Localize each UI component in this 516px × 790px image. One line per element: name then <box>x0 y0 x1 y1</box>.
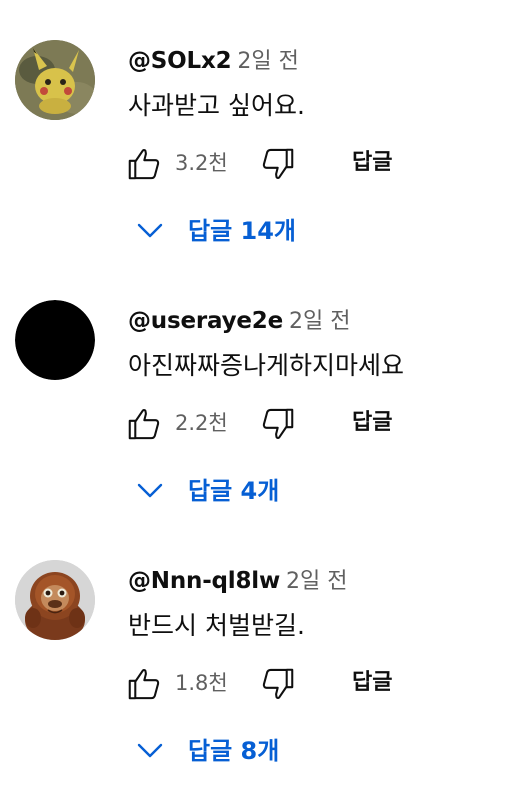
author-handle[interactable]: @useraye2e <box>128 308 283 334</box>
like-count: 3.2천 <box>175 151 228 175</box>
dislike-button[interactable] <box>254 401 302 447</box>
thumbs-down-icon <box>262 668 294 699</box>
view-replies-label: 답글 14개 <box>188 217 296 245</box>
comment-text: 아진짜짜증나게하지마세요 <box>128 351 405 380</box>
like-button[interactable] <box>120 661 168 707</box>
comment-text: 반드시 처벌받길. <box>128 611 305 640</box>
thumbs-down-icon <box>262 148 294 179</box>
avatar[interactable] <box>15 300 95 380</box>
orangutan-avatar-image <box>15 560 95 640</box>
comment-timestamp[interactable]: 2일 전 <box>286 569 347 594</box>
black-circle-avatar-image <box>15 300 95 380</box>
view-replies-label: 답글 4개 <box>188 477 280 505</box>
view-replies-button[interactable]: 답글 14개 <box>130 208 296 254</box>
pikachu-avatar-image <box>15 40 95 120</box>
comment-text: 사과받고 싶어요. <box>128 91 305 120</box>
comment-thread: @useraye2e 2일 전 아진짜짜증나게하지마세요 2.2천 답글 답글 4… <box>0 260 516 520</box>
like-button[interactable] <box>120 401 168 447</box>
reply-button[interactable]: 답글 <box>340 664 404 702</box>
thumbs-up-icon <box>128 409 160 440</box>
view-replies-label: 답글 8개 <box>188 737 280 765</box>
chevron-down-icon <box>130 736 170 766</box>
view-replies-button[interactable]: 답글 4개 <box>130 468 279 514</box>
thumbs-up-icon <box>128 149 160 180</box>
reply-button[interactable]: 답글 <box>340 404 404 442</box>
comment-thread: @Nnn-ql8lw 2일 전 반드시 처벌받길. 1.8천 답글 답글 8개 <box>0 520 516 780</box>
chevron-down-icon <box>130 216 170 246</box>
comment-timestamp[interactable]: 2일 전 <box>237 49 298 74</box>
avatar[interactable] <box>15 40 95 120</box>
reply-button[interactable]: 답글 <box>340 144 404 182</box>
author-handle[interactable]: @Nnn-ql8lw <box>128 568 280 594</box>
comment-header: @Nnn-ql8lw 2일 전 <box>128 564 348 600</box>
chevron-down-icon <box>130 476 170 506</box>
comment-header: @useraye2e 2일 전 <box>128 304 351 340</box>
thumbs-up-icon <box>128 669 160 700</box>
author-handle[interactable]: @SOLx2 <box>128 48 232 74</box>
comment-thread: @SOLx2 2일 전 사과받고 싶어요. 3.2천 답글 답글 14개 <box>0 0 516 260</box>
avatar[interactable] <box>15 560 95 640</box>
thumbs-down-icon <box>262 408 294 439</box>
dislike-button[interactable] <box>254 141 302 187</box>
comment-timestamp[interactable]: 2일 전 <box>289 309 350 334</box>
like-count: 1.8천 <box>175 671 228 695</box>
like-count: 2.2천 <box>175 411 228 435</box>
view-replies-button[interactable]: 답글 8개 <box>130 728 279 774</box>
dislike-button[interactable] <box>254 661 302 707</box>
like-button[interactable] <box>120 141 168 187</box>
comment-header: @SOLx2 2일 전 <box>128 44 299 80</box>
